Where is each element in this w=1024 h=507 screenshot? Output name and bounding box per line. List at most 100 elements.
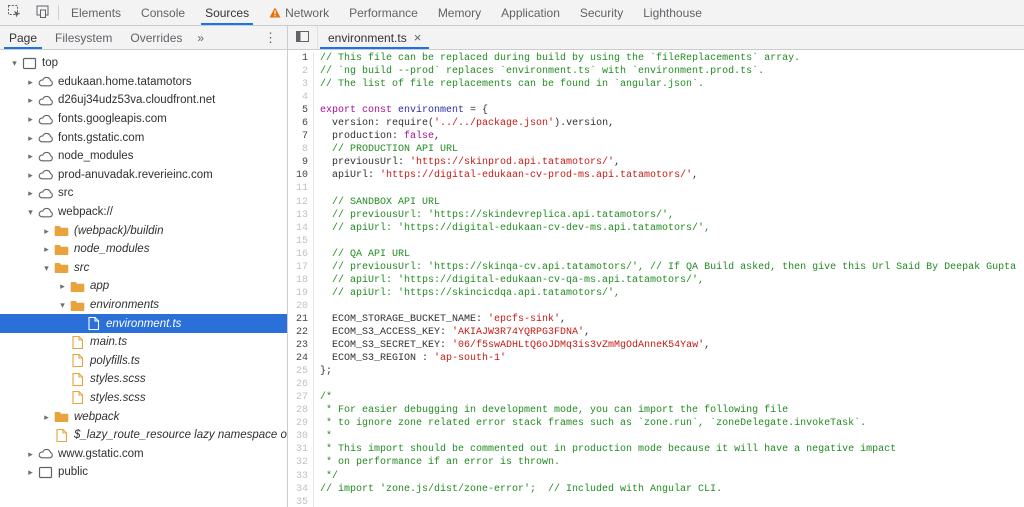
chevron-right-icon[interactable]: ▸ xyxy=(40,240,53,258)
line-content[interactable]: // The list of file replacements can be … xyxy=(314,78,704,91)
toggle-navigator-button[interactable] xyxy=(288,26,318,49)
line-content[interactable]: // previousUrl: 'https://skindevreplica.… xyxy=(314,209,674,222)
line-number[interactable]: 17 xyxy=(288,261,314,274)
line-content[interactable]: // apiUrl: 'https://digital-edukaan-cv-d… xyxy=(314,222,710,235)
line-number[interactable]: 34 xyxy=(288,483,314,496)
line-content[interactable] xyxy=(314,300,320,313)
code-editor[interactable]: 1// This file can be replaced during bui… xyxy=(288,50,1024,507)
line-number[interactable]: 30 xyxy=(288,430,314,443)
line-content[interactable]: // apiUrl: 'https://skincicdqa.api.tatam… xyxy=(314,287,620,300)
line-number[interactable]: 32 xyxy=(288,456,314,469)
line-content[interactable]: */ xyxy=(314,470,338,483)
line-number[interactable]: 9 xyxy=(288,156,314,169)
line-content[interactable]: ECOM_S3_ACCESS_KEY: 'AKIAJW3R74YQRPG3FDN… xyxy=(314,326,590,339)
line-content[interactable]: ECOM_STORAGE_BUCKET_NAME: 'epcfs-sink', xyxy=(314,313,566,326)
line-content[interactable]: }; xyxy=(314,365,332,378)
line-content[interactable]: /* xyxy=(314,391,332,404)
panel-tab-elements[interactable]: Elements xyxy=(61,0,131,25)
line-content[interactable] xyxy=(314,235,320,248)
tree-item-lazy-route-resource-lazy-namespace-object[interactable]: $_lazy_route_resource lazy namespace obj… xyxy=(0,426,287,445)
navigator-more-options-button[interactable]: ⋮ xyxy=(254,26,287,49)
panel-tab-memory[interactable]: Memory xyxy=(428,0,491,25)
inspect-element-button[interactable] xyxy=(0,0,28,25)
line-number[interactable]: 24 xyxy=(288,352,314,365)
tree-item-node-modules[interactable]: ▸node_modules xyxy=(0,240,287,259)
panel-tab-sources[interactable]: Sources xyxy=(195,0,259,25)
chevron-right-icon[interactable]: ▸ xyxy=(24,184,37,202)
line-number[interactable]: 16 xyxy=(288,248,314,261)
line-number[interactable]: 35 xyxy=(288,496,314,507)
line-number[interactable]: 3 xyxy=(288,78,314,91)
tree-item-fonts-gstatic-com[interactable]: ▸fonts.gstatic.com xyxy=(0,128,287,147)
navigator-tab-overrides[interactable]: Overrides xyxy=(121,26,191,49)
tree-item-webpack[interactable]: ▾webpack:// xyxy=(0,203,287,222)
line-content[interactable]: * xyxy=(314,430,332,443)
line-content[interactable]: * For easier debugging in development mo… xyxy=(314,404,788,417)
line-number[interactable]: 2 xyxy=(288,65,314,78)
panel-tab-lighthouse[interactable]: Lighthouse xyxy=(633,0,712,25)
chevron-right-icon[interactable]: ▸ xyxy=(56,277,69,295)
tree-item-src[interactable]: ▾src xyxy=(0,259,287,278)
panel-tab-security[interactable]: Security xyxy=(570,0,633,25)
tree-item-styles-scss[interactable]: styles.scss xyxy=(0,370,287,389)
line-number[interactable]: 22 xyxy=(288,326,314,339)
panel-tab-application[interactable]: Application xyxy=(491,0,570,25)
line-content[interactable]: // This file can be replaced during buil… xyxy=(314,52,800,65)
line-number[interactable]: 1 xyxy=(288,52,314,65)
line-number[interactable]: 19 xyxy=(288,287,314,300)
chevron-right-icon[interactable]: ▸ xyxy=(24,445,37,463)
chevron-down-icon[interactable]: ▾ xyxy=(8,54,21,72)
line-content[interactable]: // `ng build --prod` replaces `environme… xyxy=(314,65,764,78)
line-content[interactable]: // apiUrl: 'https://digital-edukaan-cv-q… xyxy=(314,274,704,287)
line-content[interactable]: ECOM_S3_SECRET_KEY: '06/f5swADHLtQ6oJDMq… xyxy=(314,339,710,352)
more-tabs-button[interactable]: » xyxy=(191,26,210,49)
line-number[interactable]: 23 xyxy=(288,339,314,352)
line-number[interactable]: 5 xyxy=(288,104,314,117)
line-number[interactable]: 15 xyxy=(288,235,314,248)
chevron-right-icon[interactable]: ▸ xyxy=(40,408,53,426)
line-number[interactable]: 18 xyxy=(288,274,314,287)
navigator-tab-filesystem[interactable]: Filesystem xyxy=(46,26,121,49)
chevron-right-icon[interactable]: ▸ xyxy=(24,91,37,109)
chevron-down-icon[interactable]: ▾ xyxy=(40,259,53,277)
panel-tab-network[interactable]: Network xyxy=(259,0,339,25)
line-content[interactable]: production: false, xyxy=(314,130,440,143)
line-number[interactable]: 27 xyxy=(288,391,314,404)
chevron-right-icon[interactable]: ▸ xyxy=(24,147,37,165)
device-toolbar-button[interactable] xyxy=(28,0,56,25)
line-content[interactable]: previousUrl: 'https://skinprod.api.tatam… xyxy=(314,156,620,169)
line-number[interactable]: 7 xyxy=(288,130,314,143)
line-number[interactable]: 25 xyxy=(288,365,314,378)
line-content[interactable] xyxy=(314,378,320,391)
tree-item-prod-anuvadak-reverieinc-com[interactable]: ▸prod-anuvadak.reverieinc.com xyxy=(0,166,287,185)
chevron-right-icon[interactable]: ▸ xyxy=(24,110,37,128)
line-content[interactable]: // PRODUCTION API URL xyxy=(314,143,458,156)
line-number[interactable]: 29 xyxy=(288,417,314,430)
line-number[interactable]: 11 xyxy=(288,182,314,195)
tree-item-d26uj34udz53va-cloudfront-net[interactable]: ▸d26uj34udz53va.cloudfront.net xyxy=(0,91,287,110)
panel-tab-console[interactable]: Console xyxy=(131,0,195,25)
line-content[interactable] xyxy=(314,91,320,104)
navigator-tab-page[interactable]: Page xyxy=(0,26,46,49)
line-number[interactable]: 20 xyxy=(288,300,314,313)
line-content[interactable]: // import 'zone.js/dist/zone-error'; // … xyxy=(314,483,722,496)
panel-tab-performance[interactable]: Performance xyxy=(339,0,428,25)
chevron-down-icon[interactable]: ▾ xyxy=(24,203,37,221)
tree-item-public[interactable]: ▸public xyxy=(0,463,287,482)
line-content[interactable]: // previousUrl: 'https://skinqa-cv.api.t… xyxy=(314,261,1016,274)
tree-item-node-modules[interactable]: ▸node_modules xyxy=(0,147,287,166)
chevron-right-icon[interactable]: ▸ xyxy=(24,463,37,481)
line-number[interactable]: 21 xyxy=(288,313,314,326)
chevron-right-icon[interactable]: ▸ xyxy=(40,222,53,240)
line-number[interactable]: 33 xyxy=(288,470,314,483)
tree-item-app[interactable]: ▸app xyxy=(0,277,287,296)
line-content[interactable]: * This import should be commented out in… xyxy=(314,443,896,456)
line-content[interactable] xyxy=(314,182,320,195)
line-content[interactable]: * to ignore zone related error stack fra… xyxy=(314,417,866,430)
tree-item-webpack-buildin[interactable]: ▸(webpack)/buildin xyxy=(0,221,287,240)
line-number[interactable]: 6 xyxy=(288,117,314,130)
line-number[interactable]: 28 xyxy=(288,404,314,417)
line-number[interactable]: 8 xyxy=(288,143,314,156)
line-number[interactable]: 14 xyxy=(288,222,314,235)
tree-item-environments[interactable]: ▾environments xyxy=(0,296,287,315)
